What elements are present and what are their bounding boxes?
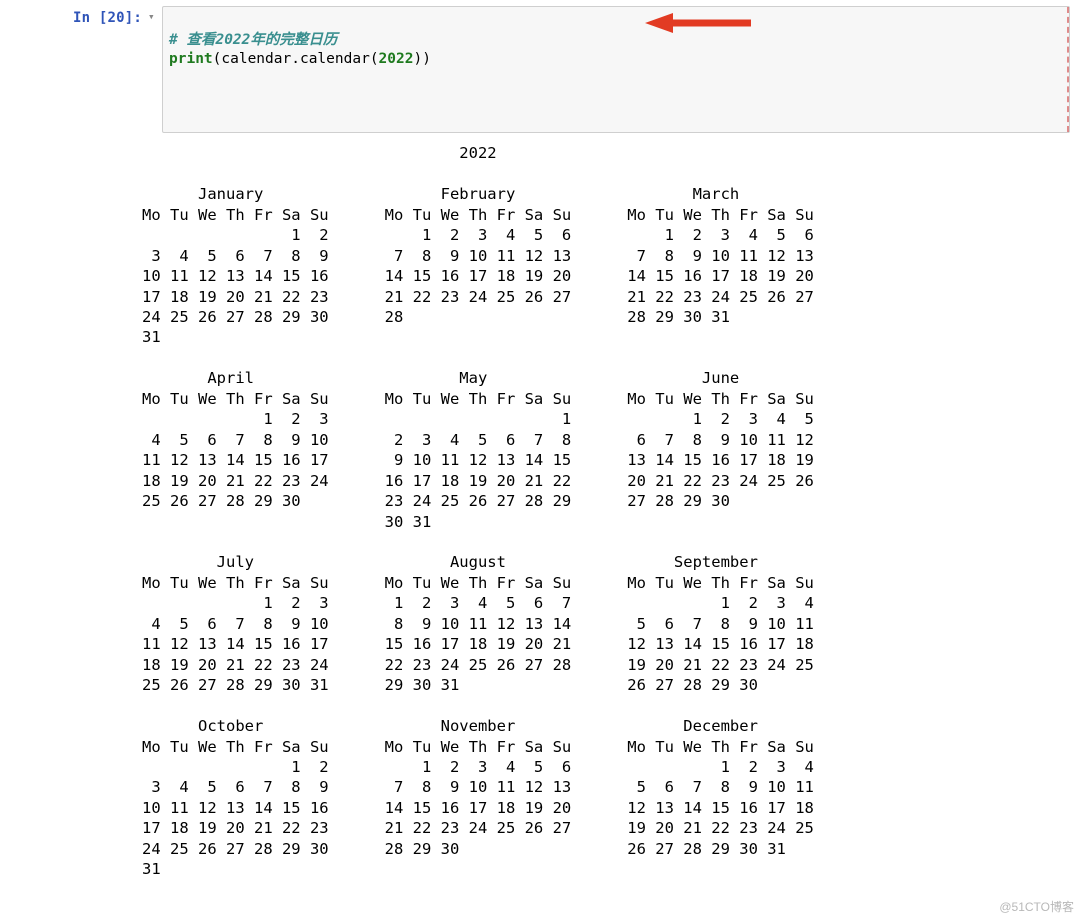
code-input[interactable]: # 查看2022年的完整日历 print(calendar.calendar(2…	[162, 6, 1070, 133]
annotation-arrow-icon	[643, 13, 753, 47]
code-print: print	[169, 51, 213, 67]
code-comment: # 查看2022年的完整日历	[169, 32, 337, 48]
input-prompt: In [20]:	[0, 6, 148, 26]
code-cell: In [20]: ▾ # 查看2022年的完整日历 print(calendar…	[0, 0, 1080, 133]
calendar-output: 2022 January February March Mo Tu We Th …	[142, 143, 1080, 879]
run-cell-icon[interactable]: ▾	[148, 6, 162, 23]
notebook-container: In [20]: ▾ # 查看2022年的完整日历 print(calendar…	[0, 0, 1080, 919]
output-area: 2022 January February March Mo Tu We Th …	[0, 133, 1080, 879]
cell-right-edge	[1064, 7, 1069, 132]
watermark: @51CTO博客	[999, 898, 1074, 915]
